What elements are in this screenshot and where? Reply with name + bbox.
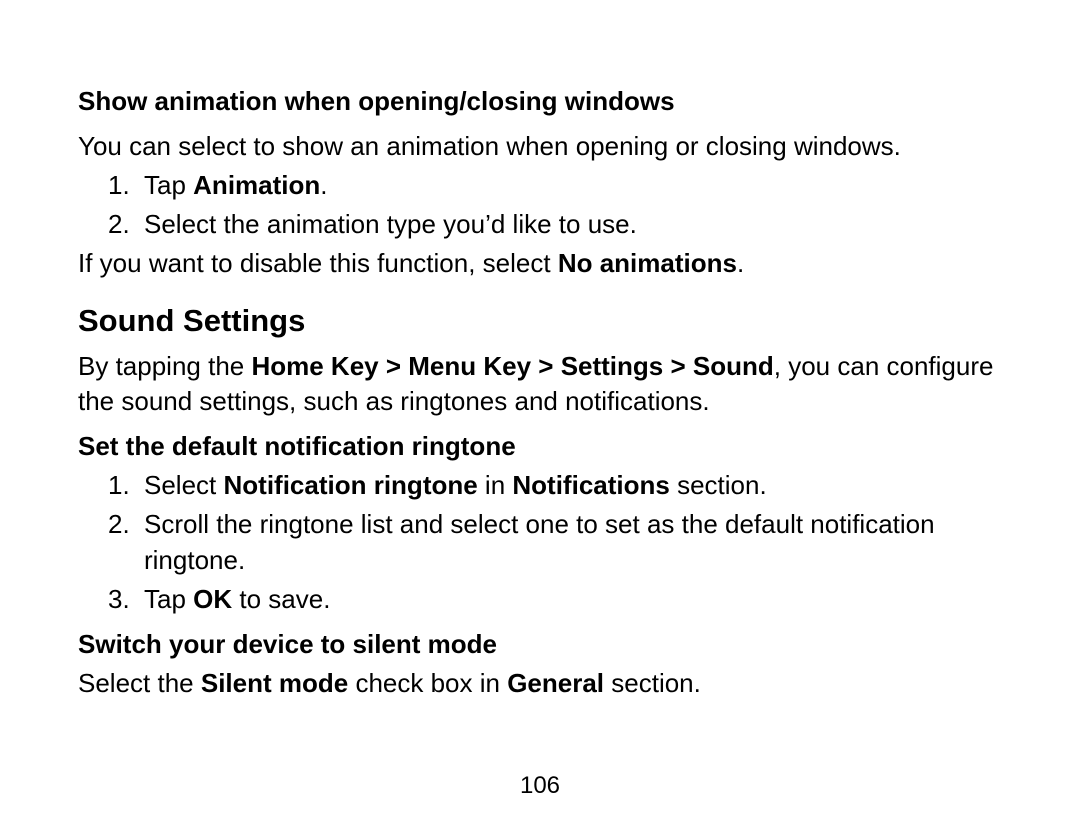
text-fragment: Select the xyxy=(78,668,201,698)
list-item-content: Tap OK to save. xyxy=(144,582,1010,617)
list-item-content: Select Notification ringtone in Notifica… xyxy=(144,468,1010,503)
list-item: 2. Scroll the ringtone list and select o… xyxy=(108,507,1010,577)
heading-silent-mode: Switch your device to silent mode xyxy=(78,629,1010,660)
text-disable-note: If you want to disable this function, se… xyxy=(78,246,1010,281)
list-item-number: 1. xyxy=(108,468,144,503)
text-bold-animation: Animation xyxy=(193,170,320,200)
text-fragment: If you want to disable this function, se… xyxy=(78,248,558,278)
text-fragment: to save. xyxy=(232,584,330,614)
text-fragment: . xyxy=(737,248,744,278)
list-item-number: 2. xyxy=(108,207,144,242)
list-item-number: 1. xyxy=(108,168,144,203)
text-sound-settings-intro: By tapping the Home Key > Menu Key > Set… xyxy=(78,349,1010,419)
page-number: 106 xyxy=(0,772,1080,800)
text-fragment: Tap xyxy=(144,170,193,200)
text-fragment: section. xyxy=(670,470,767,500)
text-bold-notifications: Notifications xyxy=(512,470,669,500)
list-show-animation-steps: 1. Tap Animation. 2. Select the animatio… xyxy=(108,168,1010,242)
list-ringtone-steps: 1. Select Notification ringtone in Notif… xyxy=(108,468,1010,616)
text-bold-notification-ringtone: Notification ringtone xyxy=(224,470,478,500)
text-bold-no-animations: No animations xyxy=(558,248,737,278)
text-bold-path: Home Key > Menu Key > Settings > Sound xyxy=(251,351,773,381)
text-fragment: Select xyxy=(144,470,224,500)
heading-default-notification-ringtone: Set the default notification ringtone xyxy=(78,431,1010,462)
text-show-animation-intro: You can select to show an animation when… xyxy=(78,129,1010,164)
list-item-number: 3. xyxy=(108,582,144,617)
text-fragment: Tap xyxy=(144,584,193,614)
list-item: 1. Select Notification ringtone in Notif… xyxy=(108,468,1010,503)
text-bold-general: General xyxy=(507,668,604,698)
list-item-content: Tap Animation. xyxy=(144,168,1010,203)
text-fragment: . xyxy=(320,170,327,200)
text-bold-ok: OK xyxy=(193,584,232,614)
list-item-content: Scroll the ringtone list and select one … xyxy=(144,507,1010,577)
list-item: 1. Tap Animation. xyxy=(108,168,1010,203)
text-fragment: in xyxy=(478,470,513,500)
heading-sound-settings: Sound Settings xyxy=(78,303,1010,339)
text-fragment: By tapping the xyxy=(78,351,251,381)
text-bold-silent-mode: Silent mode xyxy=(201,668,348,698)
text-silent-mode-instruction: Select the Silent mode check box in Gene… xyxy=(78,666,1010,701)
heading-show-animation: Show animation when opening/closing wind… xyxy=(78,85,1010,119)
text-fragment: check box in xyxy=(348,668,507,698)
list-item: 2. Select the animation type you’d like … xyxy=(108,207,1010,242)
list-item-content: Select the animation type you’d like to … xyxy=(144,207,1010,242)
list-item-number: 2. xyxy=(108,507,144,577)
text-fragment: section. xyxy=(604,668,701,698)
list-item: 3. Tap OK to save. xyxy=(108,582,1010,617)
